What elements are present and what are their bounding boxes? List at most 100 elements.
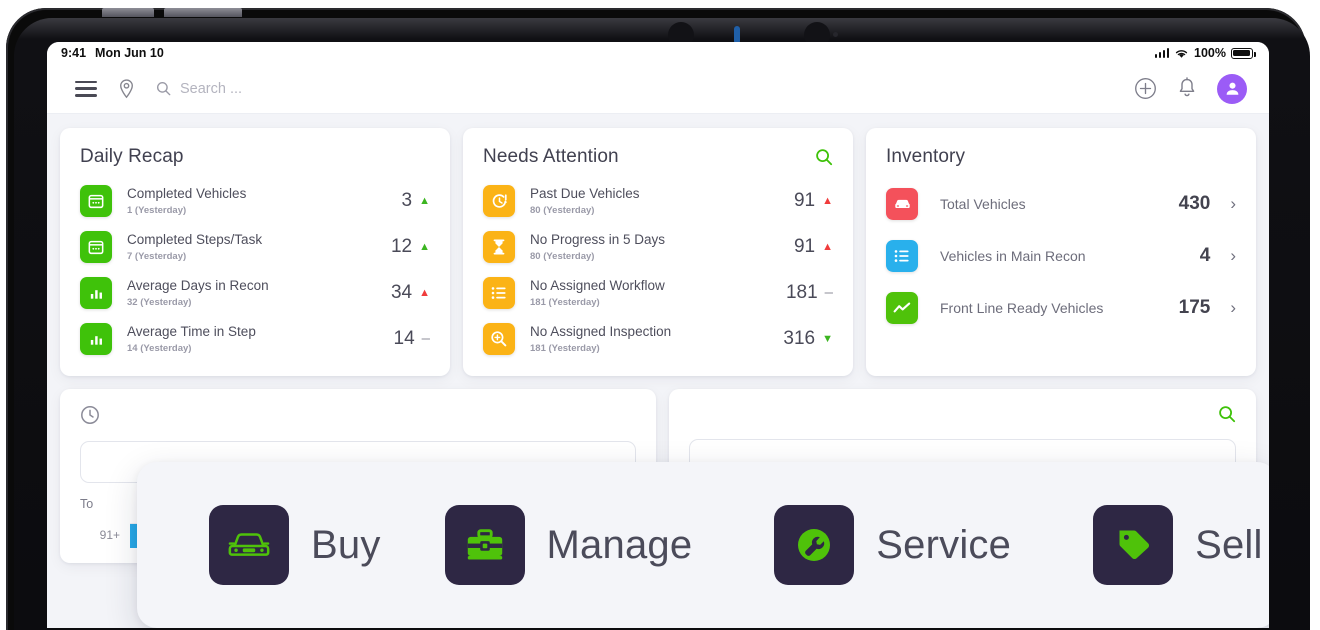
- bar-chart-icon: [80, 277, 112, 309]
- quick-action-service[interactable]: Service: [774, 505, 1011, 585]
- location-pin-icon[interactable]: [117, 78, 136, 100]
- stat-value: 14: [393, 328, 415, 349]
- chevron-right-icon[interactable]: ›: [1230, 246, 1236, 266]
- wrench-icon: [774, 505, 855, 585]
- stat-value: 316: [783, 328, 816, 349]
- stat-label: Average Days in Recon: [127, 278, 269, 294]
- quick-action-manage[interactable]: Manage: [444, 505, 693, 585]
- magnifier-plus-icon: [483, 323, 515, 355]
- quick-action-label: Buy: [311, 522, 381, 567]
- battery-percent-label: 100%: [1194, 46, 1226, 60]
- list-item[interactable]: No Progress in 5 Days 80 (Yesterday) 91 ▲: [483, 224, 833, 270]
- trend-up-icon: ▲: [822, 241, 833, 253]
- price-tag-icon: [1093, 505, 1174, 585]
- volume-buttons[interactable]: [102, 8, 292, 17]
- list-item[interactable]: Completed Steps/Task 7 (Yesterday) 12 ▲: [80, 224, 430, 270]
- status-bar-time: 9:41: [61, 46, 87, 60]
- trend-flat-icon: –: [824, 284, 833, 301]
- trend-line-icon: [886, 292, 918, 324]
- card-needs-attention: Needs Attention Past Due Vehicles 80 (Ye…: [463, 128, 853, 376]
- stat-value: 3: [401, 190, 413, 211]
- hourglass-icon: [483, 231, 515, 263]
- card-title-daily-recap: Daily Recap: [80, 146, 184, 167]
- stat-value: 91: [793, 190, 816, 211]
- stat-value: 34: [390, 282, 413, 303]
- list-item[interactable]: No Assigned Workflow 181 (Yesterday) 181…: [483, 270, 833, 316]
- toolbox-icon: [444, 505, 525, 585]
- stat-sublabel: 1 (Yesterday): [127, 204, 187, 216]
- quick-action-buy[interactable]: Buy: [209, 505, 381, 585]
- search-icon[interactable]: [156, 81, 171, 96]
- list-item[interactable]: Total Vehicles 430 ›: [886, 178, 1236, 230]
- tablet-screen: 9:41 Mon Jun 10 100% Search ... Daily Re…: [47, 42, 1269, 628]
- trend-up-icon: ▲: [419, 195, 430, 207]
- plus-circle-icon[interactable]: [1134, 77, 1157, 100]
- status-bar-date: Mon Jun 10: [95, 46, 164, 60]
- user-avatar-icon[interactable]: [1217, 73, 1247, 104]
- search-icon[interactable]: [1218, 405, 1236, 423]
- bar-chart-icon: [80, 323, 112, 355]
- app-top-bar: [47, 64, 1269, 114]
- list-icon: [886, 240, 918, 272]
- stat-sublabel: 7 (Yesterday): [127, 250, 187, 262]
- clock-alert-icon: [483, 185, 515, 217]
- list-icon: [483, 277, 515, 309]
- stat-value: 12: [390, 236, 413, 257]
- inventory-item-label: Front Line Ready Vehicles: [940, 300, 1104, 316]
- cellular-signal-icon: [1154, 48, 1170, 58]
- list-item[interactable]: Average Days in Recon 32 (Yesterday) 34 ▲: [80, 270, 430, 316]
- card-inventory: Inventory Total Vehicles 430 › Vehicles …: [866, 128, 1256, 376]
- ambient-sensor-icon: [833, 32, 838, 37]
- top-cards-row: Daily Recap Completed Vehicles 1 (Yester…: [60, 128, 1256, 376]
- hamburger-menu-icon[interactable]: [75, 80, 97, 97]
- stat-sublabel: 80 (Yesterday): [530, 204, 595, 216]
- stat-sublabel: 32 (Yesterday): [127, 296, 192, 308]
- status-bar: 9:41 Mon Jun 10 100%: [47, 42, 1269, 64]
- inventory-item-value: 430: [1178, 193, 1211, 214]
- card-title-needs-attention: Needs Attention: [483, 146, 619, 167]
- inventory-item-value: 4: [1199, 245, 1211, 266]
- quick-action-sell[interactable]: Sell: [1093, 505, 1263, 585]
- search-input[interactable]: [180, 80, 500, 97]
- search-icon[interactable]: [815, 148, 833, 166]
- chevron-right-icon[interactable]: ›: [1230, 298, 1236, 318]
- bell-icon[interactable]: [1177, 77, 1197, 100]
- clock-icon: [81, 406, 99, 424]
- stat-label: Completed Vehicles: [127, 186, 247, 202]
- list-item[interactable]: Past Due Vehicles 80 (Yesterday) 91 ▲: [483, 178, 833, 224]
- car-front-icon: [209, 505, 289, 585]
- trend-up-icon: ▲: [419, 287, 430, 299]
- trend-down-icon: ▼: [822, 333, 833, 345]
- stat-sublabel: 14 (Yesterday): [127, 342, 192, 354]
- list-item[interactable]: No Assigned Inspection 181 (Yesterday) 3…: [483, 316, 833, 362]
- trend-up-icon: ▲: [419, 241, 430, 253]
- list-item[interactable]: Vehicles in Main Recon 4 ›: [886, 230, 1236, 282]
- stat-value: 91: [793, 236, 816, 257]
- calendar-icon: [80, 231, 112, 263]
- wifi-icon: [1175, 49, 1188, 58]
- list-item[interactable]: Average Time in Step 14 (Yesterday) 14–: [80, 316, 430, 362]
- trend-up-icon: ▲: [822, 195, 833, 207]
- bar-category-label: 91+: [99, 528, 120, 542]
- chevron-right-icon[interactable]: ›: [1230, 194, 1236, 214]
- list-item[interactable]: Front Line Ready Vehicles 175 ›: [886, 282, 1236, 334]
- trend-flat-icon: –: [421, 330, 430, 347]
- stat-label: No Assigned Workflow: [530, 278, 665, 294]
- list-item[interactable]: Completed Vehicles 1 (Yesterday) 3 ▲: [80, 178, 430, 224]
- stat-value: 181: [785, 282, 818, 303]
- stat-label: No Assigned Inspection: [530, 324, 672, 340]
- inventory-item-label: Vehicles in Main Recon: [940, 248, 1086, 264]
- calendar-icon: [80, 185, 112, 217]
- stat-sublabel: 181 (Yesterday): [530, 342, 600, 354]
- inventory-item-label: Total Vehicles: [940, 196, 1026, 212]
- stat-sublabel: 80 (Yesterday): [530, 250, 595, 262]
- quick-action-label: Service: [876, 522, 1012, 567]
- stat-sublabel: 181 (Yesterday): [530, 296, 600, 308]
- stat-label: Past Due Vehicles: [530, 186, 640, 202]
- quick-action-label: Manage: [546, 522, 693, 567]
- stat-label: Completed Steps/Task: [127, 232, 263, 248]
- stat-label: No Progress in 5 Days: [530, 232, 666, 248]
- quick-action-label: Sell: [1195, 522, 1263, 567]
- car-icon: [886, 188, 918, 220]
- card-title-inventory: Inventory: [886, 146, 966, 167]
